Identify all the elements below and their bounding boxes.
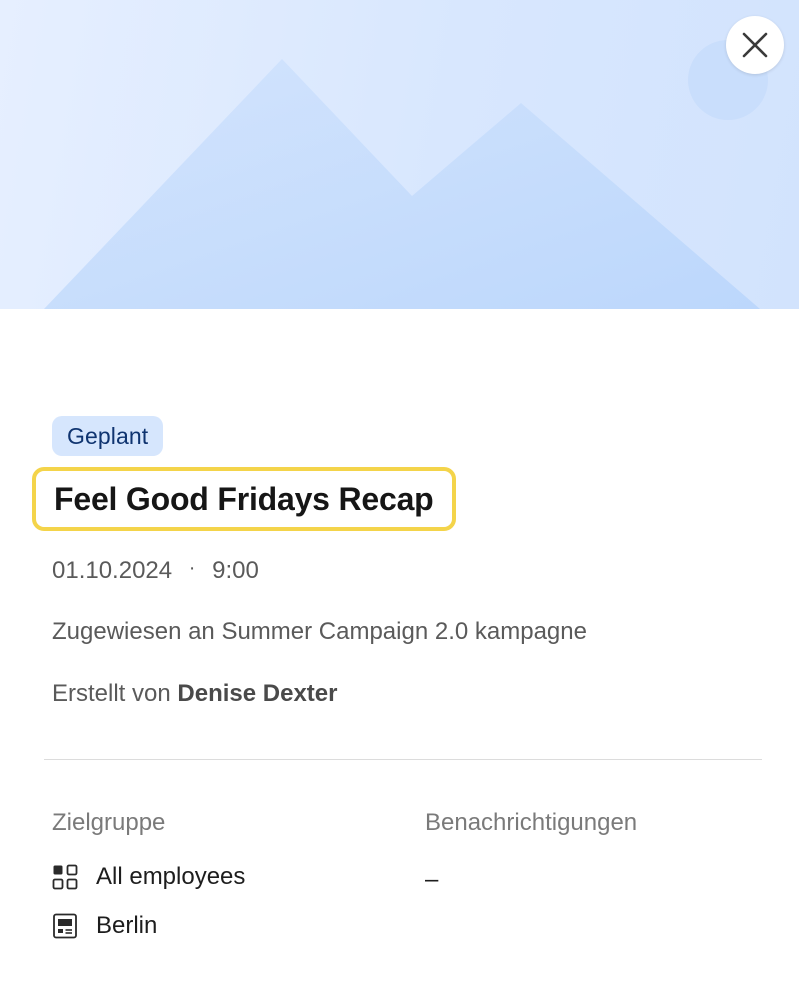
notifications-value: – (425, 866, 439, 893)
post-detail-panel: Geplant Feel Good Fridays Recap 01.10.20… (0, 0, 799, 981)
author-name: Denise Dexter (177, 680, 338, 707)
assigned-campaign: Zugewiesen an Summer Campaign 2.0 kampag… (52, 618, 587, 645)
notifications-label: Benachrichtigungen (425, 809, 638, 836)
post-time: 9:00 (212, 557, 259, 584)
status-badge: Geplant (52, 416, 164, 456)
header-image-placeholder (0, 0, 799, 309)
divider (44, 759, 762, 760)
status-area: Geplant (52, 416, 762, 456)
created-prefix: Erstellt von (52, 680, 171, 707)
mountains-shape (44, 59, 760, 309)
audience-item: All employees (52, 863, 245, 891)
post-date: 01.10.2024 (52, 557, 173, 584)
page-title: Feel Good Fridays Recap (54, 480, 434, 517)
location-card-icon (52, 913, 78, 939)
audience-item: Berlin (52, 912, 157, 940)
mountain-illustration (44, 40, 768, 309)
created-by: Erstellt von Denise Dexter (52, 680, 337, 708)
audience-label: Zielgruppe (52, 809, 166, 836)
audience-item-label: Berlin (96, 912, 158, 939)
title-highlight: Feel Good Fridays Recap (32, 467, 456, 531)
close-button[interactable] (726, 16, 784, 74)
separator-dot: · (188, 557, 196, 579)
audience-item-label: All employees (96, 863, 246, 890)
close-icon (742, 32, 768, 58)
date-time: 01.10.2024 · 9:00 (52, 557, 259, 585)
grid-icon (52, 864, 78, 890)
